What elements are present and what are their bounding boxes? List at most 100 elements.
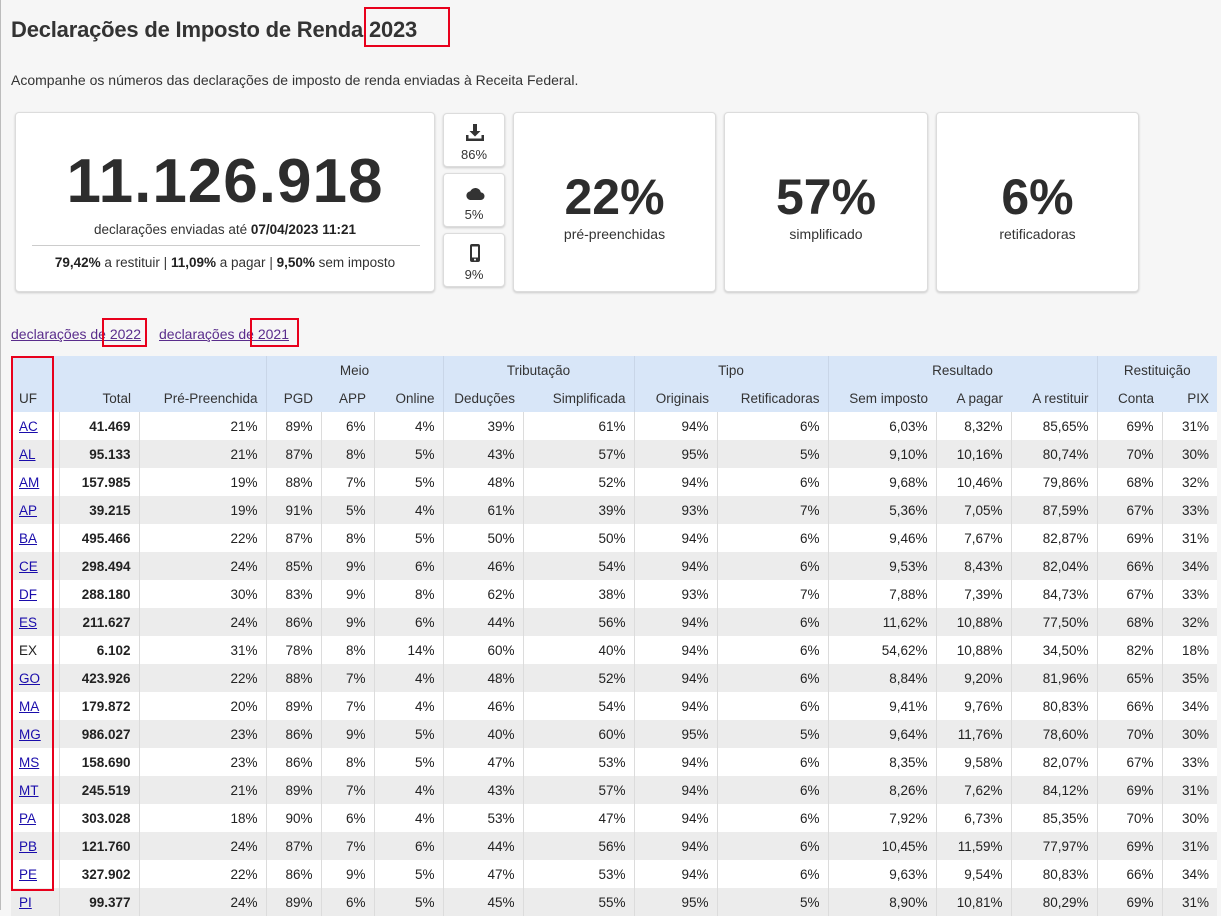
- col-deducoes-cell: 62%: [442, 580, 523, 608]
- uf-link[interactable]: PE: [19, 867, 37, 882]
- col-online-cell: 5%: [373, 860, 443, 888]
- col-a-pagar-header: A pagar: [936, 384, 1012, 412]
- uf-link[interactable]: DF: [19, 587, 37, 602]
- col-pgd-cell: 87%: [265, 524, 321, 552]
- group-header-row: Meio Tributação Tipo Resultado Restituiç…: [11, 356, 1218, 384]
- col-pgd-cell: 91%: [265, 496, 321, 524]
- col-conta-cell: 67%: [1096, 748, 1163, 776]
- col-app-cell: 9%: [320, 608, 374, 636]
- col-sem-imposto-cell: 11,62%: [827, 608, 937, 636]
- col-a-restituir-cell: 85,65%: [1010, 412, 1098, 440]
- col-app-cell: 6%: [320, 888, 374, 916]
- col-pix-cell: 33%: [1161, 496, 1218, 524]
- uf-link[interactable]: PA: [19, 811, 36, 826]
- col-online-cell: 4%: [373, 412, 443, 440]
- col-simplificada-cell: 53%: [522, 860, 634, 888]
- col-total-cell: 986.027: [58, 720, 139, 748]
- channel-pgd-card: 86%: [443, 113, 505, 167]
- uf-cell: AC: [11, 412, 59, 440]
- table-row: BA 495.466 22% 87% 8% 5% 50% 50% 94% 6% 9,46% 7,67%…: [11, 524, 1218, 552]
- page-title: Declarações de Imposto de Renda 2023: [11, 17, 418, 42]
- col-simplificada-cell: 54%: [522, 552, 634, 580]
- col-pgd-cell: 78%: [265, 636, 321, 664]
- uf-link[interactable]: AL: [19, 447, 36, 462]
- uf-link[interactable]: MA: [19, 699, 39, 714]
- col-deducoes-cell: 53%: [442, 804, 523, 832]
- col-total-cell: 211.627: [58, 608, 139, 636]
- col-deducoes-cell: 47%: [442, 860, 523, 888]
- table-row: PE 327.902 22% 86% 9% 5% 47% 53% 94% 6% 9,63% 9,54%…: [11, 860, 1218, 888]
- col-pgd-cell: 86%: [265, 860, 321, 888]
- col-total-cell: 95.133: [58, 440, 139, 468]
- stat-card-rectifying: 6% retificadoras: [936, 112, 1139, 292]
- col-a-restituir-cell: 80,83%: [1010, 860, 1098, 888]
- stat-card-prefilled: 22% pré-preenchidas: [513, 112, 716, 292]
- col-simplificada-header: Simplificada: [523, 384, 634, 412]
- col-sem-imposto-cell: 8,35%: [827, 748, 937, 776]
- col-online-cell: 5%: [373, 440, 443, 468]
- col-simplificada-cell: 57%: [522, 440, 634, 468]
- table-row: AP 39.215 19% 91% 5% 4% 61% 39% 93% 7% 5,36% 7,05% 8…: [11, 496, 1218, 524]
- col-conta-cell: 69%: [1096, 832, 1163, 860]
- col-app-cell: 8%: [320, 524, 374, 552]
- uf-link[interactable]: AM: [19, 475, 39, 490]
- col-a-restituir-cell: 81,96%: [1010, 664, 1098, 692]
- uf-link[interactable]: GO: [19, 671, 40, 686]
- link-declarations-2022[interactable]: declarações de 2022: [11, 326, 141, 342]
- col-app-cell: 5%: [320, 496, 374, 524]
- table-row: DF 288.180 30% 83% 9% 8% 62% 38% 93% 7% 7,88% 7,39%…: [11, 580, 1218, 608]
- col-pix-cell: 33%: [1161, 748, 1218, 776]
- col-pre-preenchida-cell: 24%: [138, 888, 266, 916]
- col-conta-cell: 66%: [1096, 860, 1163, 888]
- col-a-pagar-cell: 9,20%: [935, 664, 1012, 692]
- uf-cell: MS: [11, 748, 59, 776]
- uf-link[interactable]: BA: [19, 531, 37, 546]
- col-online-cell: 6%: [373, 552, 443, 580]
- col-a-restituir-cell: 82,04%: [1010, 552, 1098, 580]
- col-pix-cell: 18%: [1161, 636, 1218, 664]
- col-originais-cell: 95%: [633, 888, 717, 916]
- card-divider: [32, 245, 420, 246]
- uf-link[interactable]: MS: [19, 755, 39, 770]
- col-pix-cell: 34%: [1161, 692, 1218, 720]
- col-pgd-cell: 83%: [265, 580, 321, 608]
- uf-link[interactable]: MT: [19, 783, 39, 798]
- col-online-cell: 4%: [373, 804, 443, 832]
- col-online-cell: 4%: [373, 496, 443, 524]
- col-app-cell: 7%: [320, 664, 374, 692]
- table-row: ES 211.627 24% 86% 9% 6% 44% 56% 94% 6% 11,62% 10,8…: [11, 608, 1218, 636]
- col-sem-imposto-cell: 7,92%: [827, 804, 937, 832]
- col-conta-cell: 65%: [1096, 664, 1163, 692]
- channel-app-card: 9%: [443, 233, 505, 287]
- group-tributacao: Tributação: [442, 356, 634, 384]
- col-deducoes-cell: 43%: [442, 440, 523, 468]
- uf-link[interactable]: PB: [19, 839, 37, 854]
- uf-link[interactable]: AC: [19, 419, 38, 434]
- col-pre-preenchida-cell: 20%: [138, 692, 266, 720]
- col-a-restituir-cell: 80,83%: [1010, 692, 1098, 720]
- col-pgd-cell: 86%: [265, 608, 321, 636]
- col-app-cell: 6%: [320, 412, 374, 440]
- col-app-cell: 9%: [320, 860, 374, 888]
- table-row: AC 41.469 21% 89% 6% 4% 39% 61% 94% 6% 6,03% 8,32% 8…: [11, 412, 1218, 440]
- col-simplificada-cell: 57%: [522, 776, 634, 804]
- uf-link[interactable]: CE: [19, 559, 38, 574]
- uf-link[interactable]: PI: [19, 895, 32, 910]
- col-total-cell: 179.872: [58, 692, 139, 720]
- col-retificadoras-cell: 5%: [716, 440, 829, 468]
- uf-link[interactable]: MG: [19, 727, 41, 742]
- col-uf-header: UF: [11, 384, 59, 412]
- table-row: EX 6.102 31% 78% 8% 14% 60% 40% 94% 6% 54,62% 10,88…: [11, 636, 1218, 664]
- link-declarations-2021[interactable]: declarações de 2021: [159, 326, 289, 342]
- col-a-pagar-cell: 10,46%: [935, 468, 1012, 496]
- uf-link[interactable]: ES: [19, 615, 37, 630]
- uf-link[interactable]: AP: [19, 503, 37, 518]
- col-retificadoras-cell: 6%: [716, 552, 829, 580]
- col-deducoes-cell: 45%: [442, 888, 523, 916]
- col-originais-cell: 94%: [633, 524, 717, 552]
- col-sem-imposto-cell: 7,88%: [827, 580, 937, 608]
- table-row: CE 298.494 24% 85% 9% 6% 46% 54% 94% 6% 9,53% 8,43%…: [11, 552, 1218, 580]
- col-simplificada-cell: 55%: [522, 888, 634, 916]
- col-pix-cell: 31%: [1161, 412, 1218, 440]
- col-pix-cell: 34%: [1161, 860, 1218, 888]
